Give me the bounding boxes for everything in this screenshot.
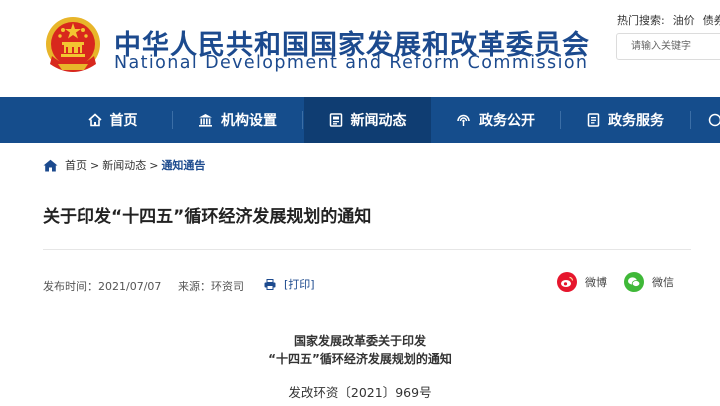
breadcrumb-link-home[interactable]: 首页 <box>65 157 87 173</box>
broadcast-icon <box>456 113 471 127</box>
institution-icon <box>198 113 213 127</box>
nav-item-home[interactable]: 首页 <box>55 97 170 143</box>
hot-search: 热门搜索: 油价 债券 <box>617 12 720 28</box>
nav-item-gov-affairs[interactable]: 政务公开 <box>433 97 558 143</box>
article-title: 关于印发“十四五”循环经济发展规划的通知 <box>43 207 372 227</box>
publish-time: 发布时间：2021/07/07 <box>43 280 162 293</box>
site-header: 中华人民共和国国家发展和改革委员会 National Development a… <box>0 0 720 97</box>
document-icon <box>587 113 600 127</box>
site-title-en[interactable]: National Development and Reform Commissi… <box>114 53 588 73</box>
share-weibo-label: 微博 <box>585 276 607 289</box>
hot-search-link[interactable]: 债券 <box>703 14 720 27</box>
print-label: [打印] <box>284 278 315 291</box>
nav-divider <box>560 111 561 129</box>
nav-item-institutions[interactable]: 机构设置 <box>175 97 300 143</box>
hot-search-label: 热门搜索: <box>617 14 665 27</box>
nav-more-icon <box>708 113 720 127</box>
breadcrumb-link-news[interactable]: 新闻动态 <box>102 157 146 173</box>
news-icon <box>329 113 343 127</box>
share-wechat-button[interactable]: 微信 <box>624 272 674 292</box>
document-heading-line2: “十四五”循环经济发展规划的通知 <box>268 352 452 366</box>
nav-divider <box>302 111 303 129</box>
nav-item-label: 政务公开 <box>479 113 535 129</box>
breadcrumb: 首页 > 新闻动态 > 通知通告 <box>43 157 205 173</box>
nav-item-label: 首页 <box>109 113 138 129</box>
document-number: 发改环资〔2021〕969号 <box>288 385 432 400</box>
search-input[interactable] <box>617 34 720 59</box>
nav-item-news[interactable]: 新闻动态 <box>304 97 431 143</box>
nav-item-more[interactable] <box>705 97 720 143</box>
home-icon[interactable] <box>43 159 58 172</box>
document-heading-line1: 国家发展改革委关于印发 <box>293 334 426 348</box>
nav-item-gov-services[interactable]: 政务服务 <box>563 97 688 143</box>
share-wechat-label: 微信 <box>652 276 674 289</box>
title-divider <box>43 249 691 250</box>
nav-item-label: 机构设置 <box>221 113 277 129</box>
search-box[interactable] <box>616 33 720 60</box>
nav-item-label: 政务服务 <box>608 113 664 129</box>
print-button[interactable]: [打印] <box>264 276 315 292</box>
nav-divider <box>172 111 173 129</box>
nav-divider <box>690 111 691 129</box>
breadcrumb-current[interactable]: 通知通告 <box>161 157 205 173</box>
share-weibo-button[interactable]: 微博 <box>557 272 607 292</box>
wechat-icon <box>624 272 644 292</box>
national-emblem-icon[interactable] <box>44 14 102 76</box>
printer-icon <box>264 278 276 290</box>
weibo-icon <box>557 272 577 292</box>
nav-item-label: 新闻动态 <box>350 113 407 129</box>
breadcrumb-separator: > <box>149 158 159 172</box>
article-source: 来源：环资司 <box>178 280 244 293</box>
home-icon <box>87 113 102 127</box>
hot-search-link[interactable]: 油价 <box>673 14 695 27</box>
breadcrumb-separator: > <box>90 158 100 172</box>
main-nav: 首页 机构设置 新闻动态 政务公开 政务服务 <box>0 97 720 143</box>
